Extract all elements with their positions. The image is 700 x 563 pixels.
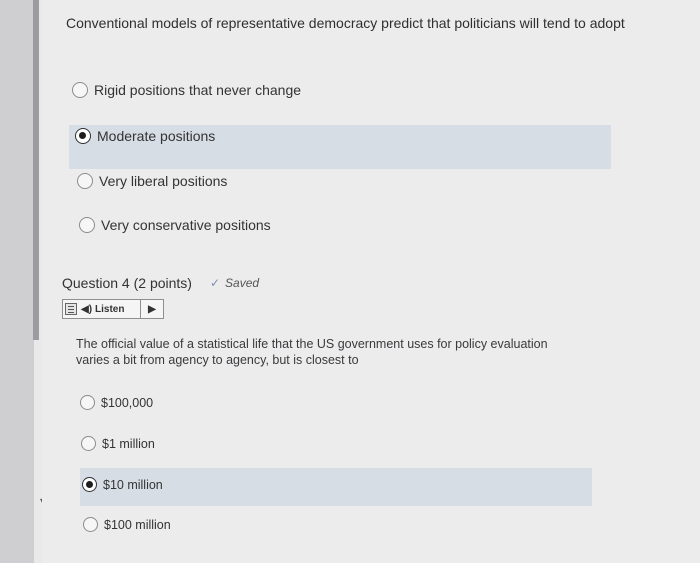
option-label: Rigid positions that never change: [94, 82, 302, 98]
question-4-header: Question 4 (2 points) ✓ Saved: [62, 275, 259, 291]
menu-icon[interactable]: [65, 303, 77, 315]
q3-option-moderate[interactable]: Moderate positions: [75, 128, 215, 144]
option-label: $100,000: [101, 395, 154, 410]
q4-option-100k[interactable]: $100,000: [80, 395, 153, 410]
q4-option-100m[interactable]: $100 million: [83, 517, 171, 532]
listen-button[interactable]: ◀) Listen ▶: [62, 299, 164, 319]
radio-button-selected[interactable]: [75, 128, 91, 144]
listen-label: Listen: [95, 303, 125, 315]
option-label: $10 million: [103, 477, 163, 492]
radio-button[interactable]: [77, 173, 93, 189]
radio-button[interactable]: [83, 517, 98, 532]
q4-option-10m[interactable]: $10 million: [82, 477, 163, 492]
saved-status: ✓ Saved: [210, 276, 259, 290]
radio-button[interactable]: [81, 436, 96, 451]
radio-button[interactable]: [79, 217, 95, 233]
question-points: (2 points): [133, 275, 192, 291]
radio-button-selected[interactable]: [82, 477, 97, 492]
speaker-icon: ◀): [81, 303, 93, 315]
option-label: Very liberal positions: [99, 173, 228, 189]
option-label: $1 million: [102, 436, 155, 451]
option-label: Very conservative positions: [101, 217, 271, 233]
q4-option-1m[interactable]: $1 million: [81, 436, 155, 451]
play-icon[interactable]: ▶: [141, 304, 163, 315]
saved-label: Saved: [225, 276, 260, 290]
scrollbar-thumb[interactable]: [33, 0, 39, 340]
question-4-prompt: The official value of a statistical life…: [76, 337, 548, 367]
q3-option-liberal[interactable]: Very liberal positions: [77, 173, 227, 189]
checkmark-icon: ✓: [209, 276, 221, 290]
left-scroll-area: ▾: [0, 0, 46, 563]
q3-option-rigid[interactable]: Rigid positions that never change: [72, 82, 301, 98]
question-title: Question 4: [62, 275, 130, 291]
quiz-content: Conventional models of representative de…: [42, 0, 700, 563]
option-label: Moderate positions: [97, 128, 216, 144]
q3-option-conservative[interactable]: Very conservative positions: [79, 217, 271, 233]
question-3-prompt: Conventional models of representative de…: [66, 15, 625, 31]
radio-button[interactable]: [80, 395, 95, 410]
radio-button[interactable]: [72, 82, 88, 98]
option-label: $100 million: [104, 517, 171, 532]
